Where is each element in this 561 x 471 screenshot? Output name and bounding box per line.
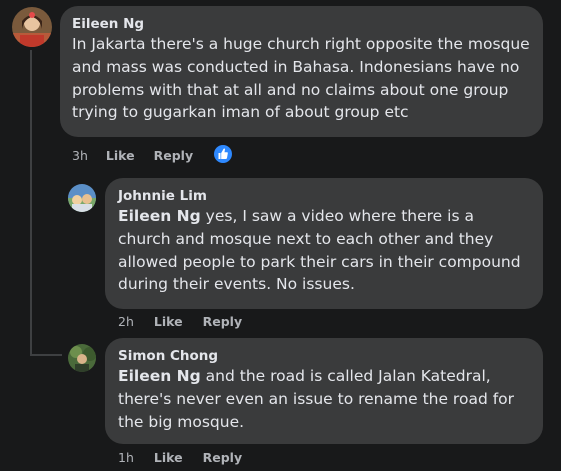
- comment-bubble-2: Johnnie Lim Eileen Ng yes, I saw a video…: [105, 178, 543, 309]
- reply-button[interactable]: Reply: [203, 314, 242, 329]
- comment-author[interactable]: Eileen Ng: [72, 15, 531, 33]
- comment-time[interactable]: 3h: [72, 148, 88, 163]
- avatar-simon-chong[interactable]: [68, 344, 96, 372]
- like-button[interactable]: Like: [106, 148, 135, 163]
- mention-link[interactable]: Eileen Ng: [118, 367, 201, 385]
- comment-text: In Jakarta there's a huge church right o…: [72, 35, 530, 122]
- like-button[interactable]: Like: [154, 314, 183, 329]
- comment-time[interactable]: 1h: [118, 450, 134, 465]
- comment-bubble-1: Eileen Ng In Jakarta there's a huge chur…: [60, 6, 543, 137]
- reply-button[interactable]: Reply: [203, 450, 242, 465]
- comment-time[interactable]: 2h: [118, 314, 134, 329]
- avatar-johnnie-lim[interactable]: [68, 184, 96, 212]
- comment-author[interactable]: Simon Chong: [118, 347, 530, 365]
- reply-button[interactable]: Reply: [154, 148, 193, 163]
- thread-line-curve: [30, 354, 62, 356]
- reaction-like-icon[interactable]: [212, 143, 234, 165]
- comment-actions-1: 3h Like Reply: [72, 148, 193, 163]
- avatar-eileen-ng[interactable]: [12, 7, 52, 47]
- thread-line-main: [30, 50, 32, 356]
- comment-author[interactable]: Johnnie Lim: [118, 187, 530, 205]
- like-button[interactable]: Like: [154, 450, 183, 465]
- comment-actions-3: 1h Like Reply: [118, 450, 242, 465]
- comment-actions-2: 2h Like Reply: [118, 314, 242, 329]
- comment-text: Eileen Ng and the road is called Jalan K…: [118, 365, 530, 433]
- comment-text: Eileen Ng yes, I saw a video where there…: [118, 205, 530, 296]
- comment-bubble-3: Simon Chong Eileen Ng and the road is ca…: [105, 338, 543, 444]
- thumbs-up-icon: [214, 145, 232, 163]
- mention-link[interactable]: Eileen Ng: [118, 207, 201, 225]
